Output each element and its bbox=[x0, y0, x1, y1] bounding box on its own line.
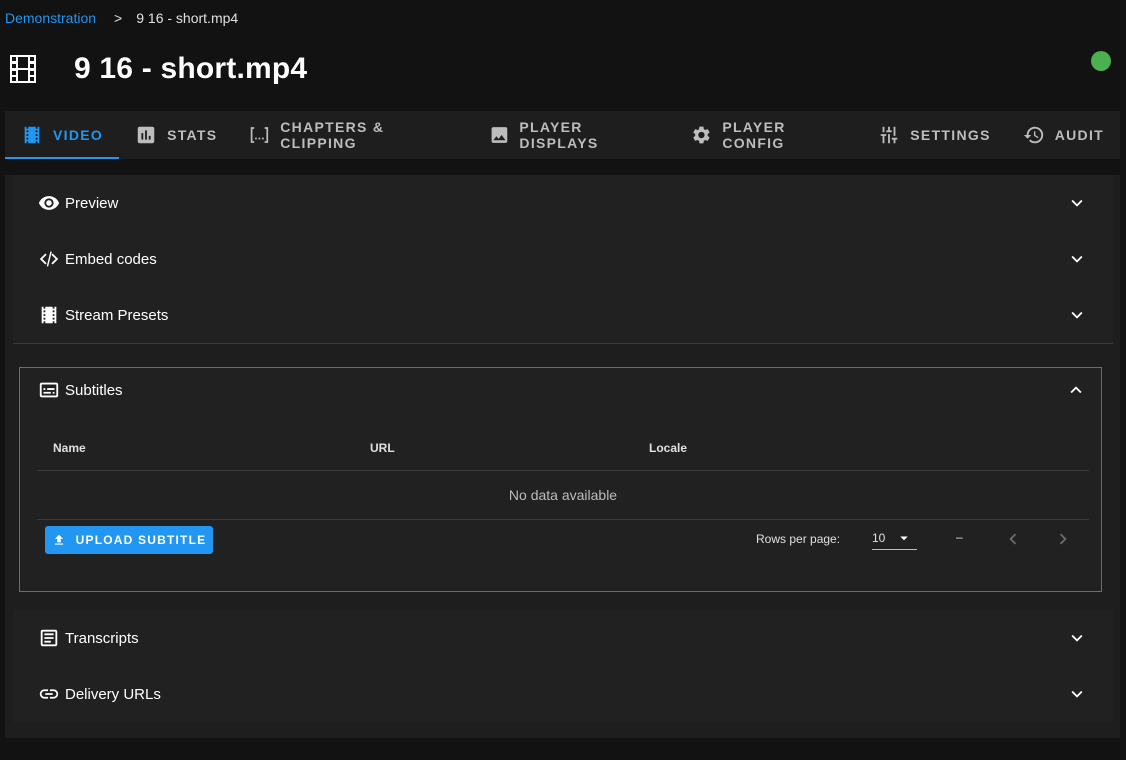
link-icon bbox=[39, 689, 59, 699]
tab-video[interactable]: VIDEO bbox=[5, 111, 120, 159]
tune-icon bbox=[881, 126, 898, 144]
image-icon bbox=[491, 127, 507, 143]
subtitles-icon bbox=[39, 382, 59, 398]
chevron-left-icon[interactable] bbox=[1002, 528, 1024, 550]
column-header-locale[interactable]: Locale bbox=[649, 441, 687, 455]
breadcrumb: Demonstration > 9 16 - short.mp4 bbox=[5, 10, 238, 26]
upload-subtitle-label: UPLOAD SUBTITLE bbox=[75, 533, 207, 547]
stats-icon bbox=[137, 126, 155, 144]
tab-bar: VIDEO STATS CHAPTERS & CLIPPING PLAYER D… bbox=[5, 111, 1120, 159]
column-header-name[interactable]: Name bbox=[53, 441, 86, 455]
rows-per-page-label: Rows per page: bbox=[756, 532, 841, 546]
panel-title: Transcripts bbox=[65, 629, 139, 647]
film-icon bbox=[41, 306, 57, 324]
tab-player-displays[interactable]: PLAYER DISPLAYS bbox=[473, 111, 676, 159]
panel-embed-codes: Embed codes bbox=[13, 231, 1113, 288]
breadcrumb-separator: > bbox=[114, 10, 123, 26]
breadcrumb-current: 9 16 - short.mp4 bbox=[136, 10, 239, 26]
panel-header-embed-codes[interactable]: Embed codes bbox=[13, 231, 1113, 287]
panel-header-transcripts[interactable]: Transcripts bbox=[13, 610, 1113, 666]
chapters-icon bbox=[251, 127, 269, 143]
table-footer: UPLOAD SUBTITLE Rows per page: 10 – bbox=[37, 519, 1089, 561]
eye-icon bbox=[38, 196, 60, 210]
chevron-down-icon[interactable] bbox=[1066, 192, 1088, 214]
chevron-down-icon[interactable] bbox=[1066, 683, 1088, 705]
film-icon bbox=[10, 55, 36, 83]
table-header: Name URL Locale bbox=[37, 426, 1089, 471]
history-icon bbox=[1023, 126, 1043, 144]
panel-title: Subtitles bbox=[65, 381, 123, 399]
tab-audit[interactable]: AUDIT bbox=[1007, 111, 1120, 159]
panel-stream-presets: Stream Presets bbox=[13, 287, 1113, 344]
tab-label: VIDEO bbox=[53, 127, 104, 143]
panel-title: Stream Presets bbox=[65, 306, 169, 324]
status-indicator bbox=[1091, 51, 1111, 71]
panel-header-preview[interactable]: Preview bbox=[13, 175, 1113, 231]
tab-label: PLAYER DISPLAYS bbox=[519, 119, 599, 151]
chevron-up-icon[interactable] bbox=[1065, 379, 1087, 401]
gear-icon bbox=[693, 126, 710, 144]
page-title: 9 16 - short.mp4 bbox=[74, 52, 308, 85]
code-icon bbox=[39, 251, 59, 267]
tab-stats[interactable]: STATS bbox=[119, 111, 233, 159]
breadcrumb-link-demonstration[interactable]: Demonstration bbox=[5, 10, 96, 26]
upload-icon bbox=[54, 534, 63, 545]
panel-delivery-urls: Delivery URLs bbox=[13, 666, 1113, 722]
chevron-down-icon[interactable] bbox=[1066, 627, 1088, 649]
dropdown-arrow-icon bbox=[900, 536, 908, 541]
tab-label: CHAPTERS & CLIPPING bbox=[280, 119, 385, 151]
document-icon bbox=[40, 629, 58, 647]
chevron-down-icon[interactable] bbox=[1066, 304, 1088, 326]
panel-transcripts: Transcripts bbox=[13, 610, 1113, 667]
expansion-panels: Preview Embed codes Stream Presets Subti… bbox=[5, 175, 1120, 738]
chevron-down-icon[interactable] bbox=[1066, 248, 1088, 270]
panel-subtitles: Subtitles Name URL Locale No data availa… bbox=[19, 367, 1102, 592]
rows-per-page-value: 10 bbox=[872, 531, 886, 545]
pagination-range: – bbox=[956, 530, 963, 544]
subtitles-table: Name URL Locale No data available bbox=[37, 426, 1089, 520]
empty-state: No data available bbox=[37, 471, 1089, 520]
page-header: 9 16 - short.mp4 bbox=[10, 52, 307, 86]
panel-header-delivery-urls[interactable]: Delivery URLs bbox=[13, 666, 1113, 722]
tab-player-config[interactable]: PLAYER CONFIG bbox=[675, 111, 862, 159]
tab-label: SETTINGS bbox=[910, 127, 991, 143]
panel-header-stream-presets[interactable]: Stream Presets bbox=[13, 287, 1113, 343]
tab-label: PLAYER CONFIG bbox=[722, 119, 786, 151]
panel-preview: Preview bbox=[13, 175, 1113, 232]
tab-settings[interactable]: SETTINGS bbox=[862, 111, 1006, 159]
tab-label: STATS bbox=[167, 127, 218, 143]
panel-title: Delivery URLs bbox=[65, 685, 161, 703]
panel-title: Preview bbox=[65, 194, 119, 212]
tab-chapters-clipping[interactable]: CHAPTERS & CLIPPING bbox=[233, 111, 472, 159]
upload-subtitle-button[interactable]: UPLOAD SUBTITLE bbox=[45, 526, 213, 554]
panel-header-subtitles[interactable]: Subtitles bbox=[20, 368, 1101, 412]
tab-label: AUDIT bbox=[1054, 127, 1104, 143]
video-icon bbox=[24, 126, 40, 144]
rows-per-page-select[interactable]: 10 bbox=[872, 525, 917, 550]
panel-title: Embed codes bbox=[65, 250, 157, 268]
chevron-right-icon[interactable] bbox=[1052, 528, 1074, 550]
column-header-url[interactable]: URL bbox=[370, 441, 395, 455]
